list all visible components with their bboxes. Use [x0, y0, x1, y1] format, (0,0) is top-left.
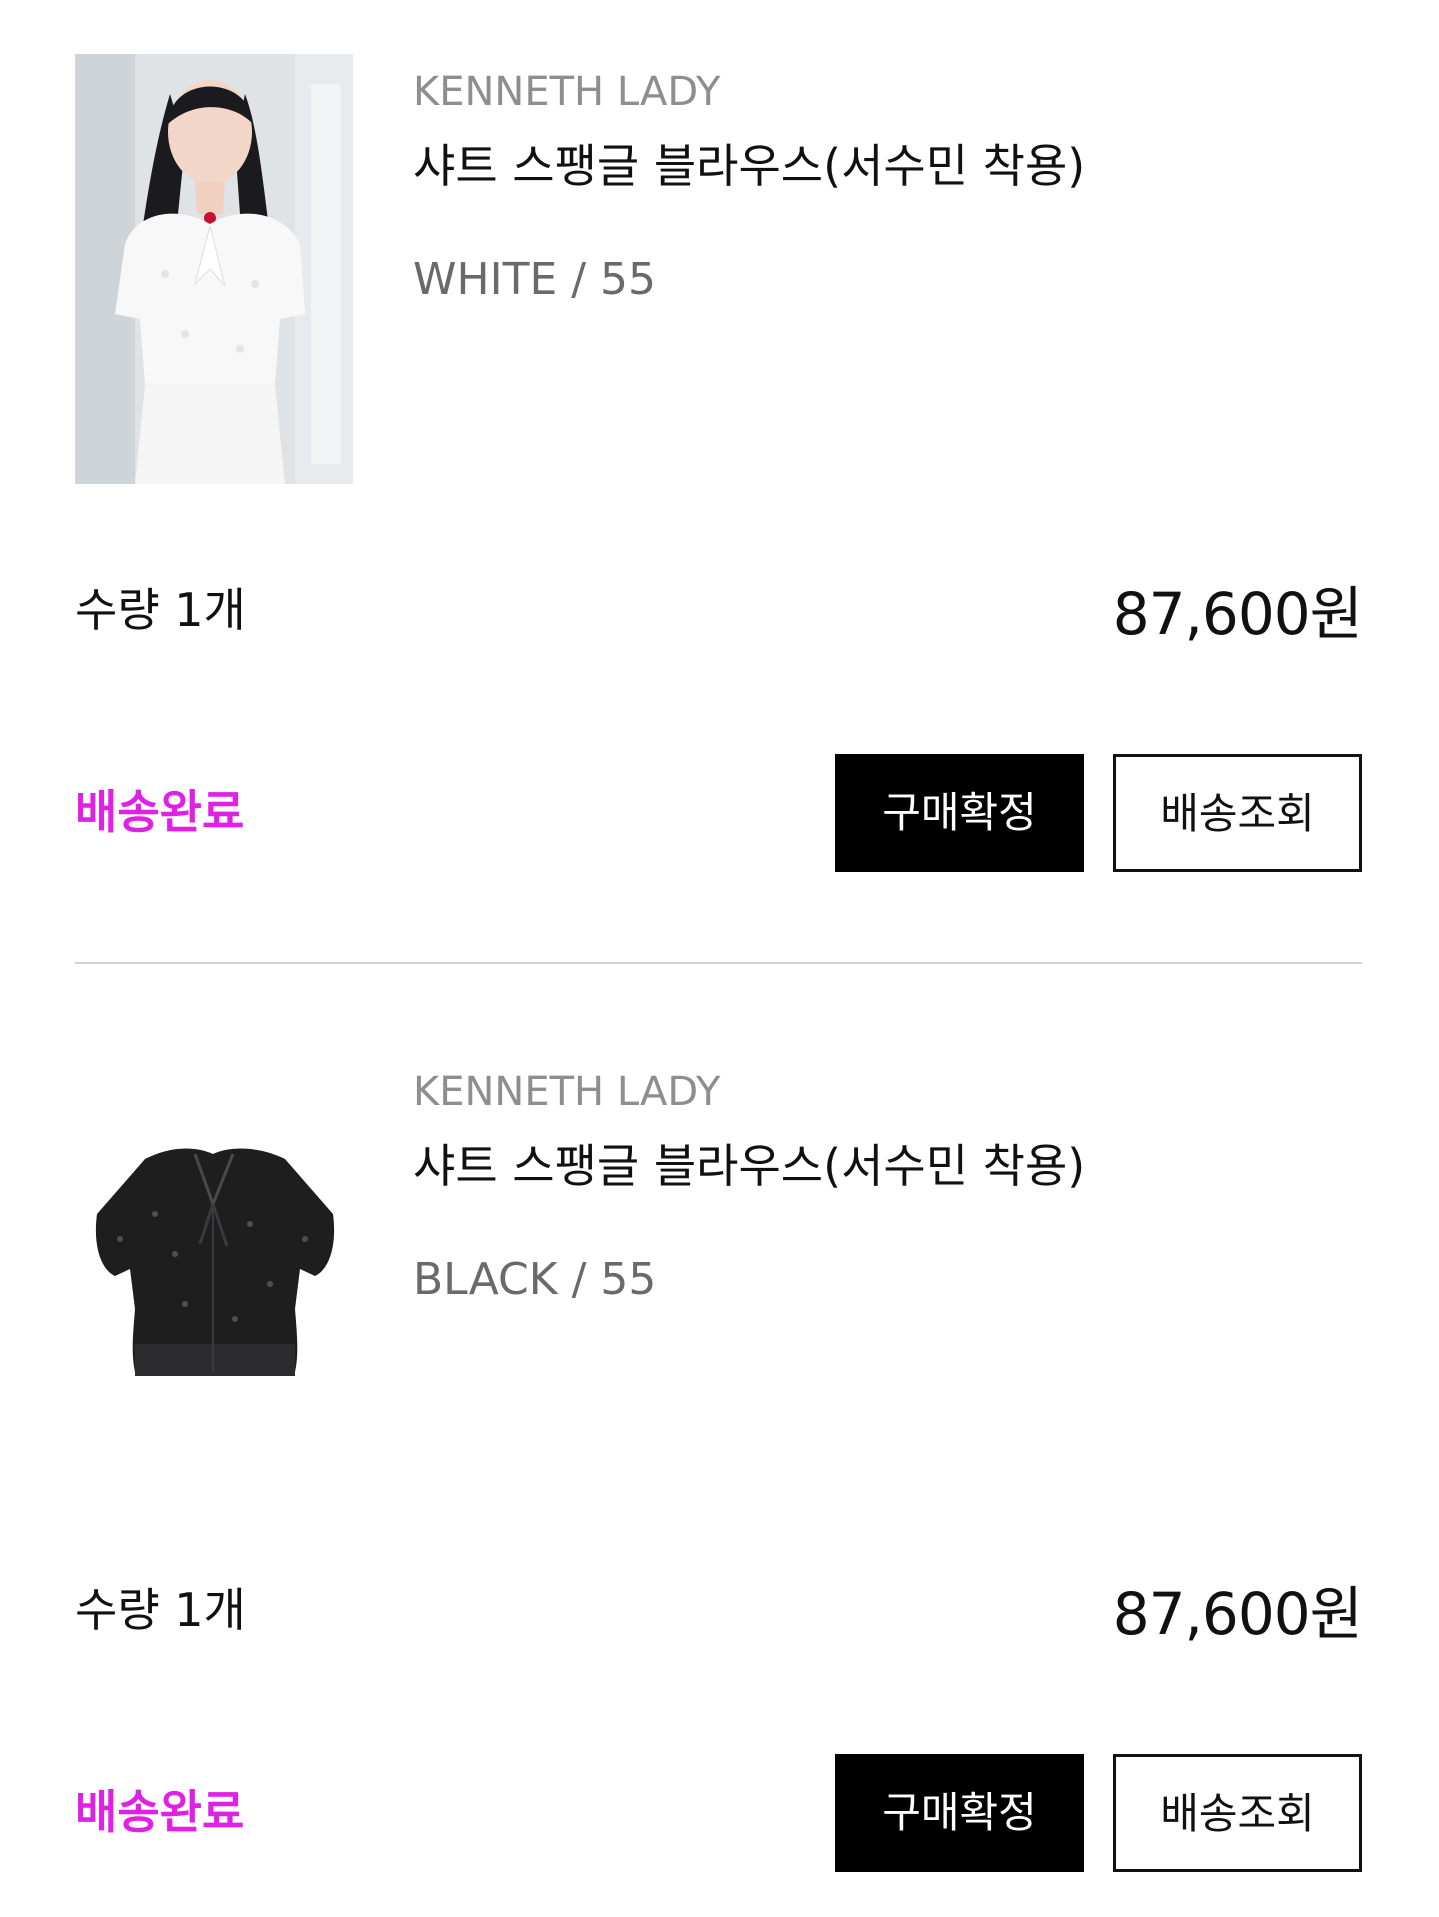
product-name[interactable]: 샤트 스팽글 블라우스(서수민 착용) [413, 134, 1085, 198]
quantity-label: 수량 1개 [75, 583, 246, 637]
confirm-purchase-button[interactable]: 구매확정 [835, 1754, 1084, 1872]
quantity-label: 수량 1개 [75, 1583, 246, 1637]
track-delivery-button[interactable]: 배송조회 [1113, 1754, 1362, 1872]
price: 87,600원 [1112, 580, 1363, 648]
price: 87,600원 [1112, 1580, 1363, 1648]
brand-name: KENNETH LADY [413, 1069, 721, 1115]
product-option: BLACK / 55 [413, 1254, 657, 1305]
product-image-model-white-blouse[interactable] [75, 54, 353, 484]
product-image-black-blouse[interactable] [75, 1054, 353, 1484]
delivery-status: 배송완료 [75, 1785, 245, 1839]
confirm-purchase-button[interactable]: 구매확정 [835, 754, 1084, 872]
product-name[interactable]: 샤트 스팽글 블라우스(서수민 착용) [413, 1134, 1085, 1198]
divider [75, 962, 1362, 964]
delivery-status: 배송완료 [75, 785, 245, 839]
brand-name: KENNETH LADY [413, 69, 721, 115]
track-delivery-button[interactable]: 배송조회 [1113, 754, 1362, 872]
product-option: WHITE / 55 [413, 254, 657, 305]
